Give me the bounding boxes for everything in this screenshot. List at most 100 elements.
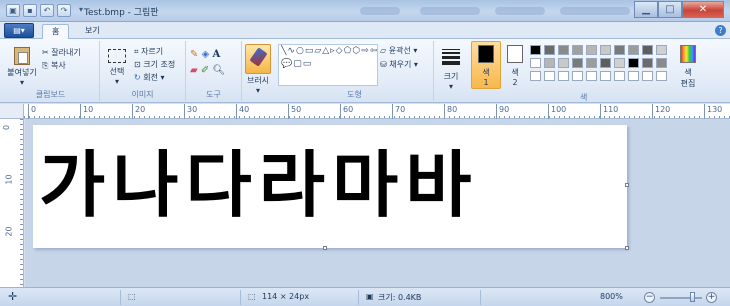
palette-color-swatch[interactable] [628,58,639,68]
ruler-major-tick [80,104,81,119]
resize-handle-right[interactable] [625,183,629,187]
tools-row-2: ▰ ✐ 🔍︎ [190,65,225,76]
ruler-major-tick [184,104,185,119]
select-label: 선택 [109,67,125,76]
color1-swatch [478,45,494,63]
paste-button[interactable]: 붙여넣기 ▾ [6,47,38,87]
palette-color-swatch[interactable] [544,58,555,68]
color2-button[interactable]: 색 2 [503,45,527,87]
ruler-major-tick [548,104,549,119]
disk-icon: ▣ [366,292,374,301]
palette-color-swatch[interactable] [600,71,611,81]
save-icon[interactable]: ▪ [23,4,37,17]
edit-colors-button[interactable]: 색 편집 [676,45,700,89]
ruler-label: 10 [4,174,14,185]
undo-icon[interactable]: ↶ [40,4,54,17]
minimize-button[interactable]: ▁ [634,1,658,18]
palette-color-swatch[interactable] [572,71,583,81]
status-separator [358,290,359,305]
palette-color-swatch[interactable] [656,71,667,81]
edit-colors-icon [680,45,696,63]
app-menu-button[interactable]: ▤▾ [4,23,34,38]
brush-icon [245,44,271,74]
resize-handle-corner[interactable] [625,246,629,250]
palette-color-swatch[interactable] [642,45,653,55]
palette-color-swatch[interactable] [586,45,597,55]
file-size: 크기: 0.4KB [378,293,422,302]
palette-color-swatch[interactable] [572,45,583,55]
ruler-label: 70 [395,105,406,114]
palette-color-swatch[interactable] [572,58,583,68]
palette-color-swatch[interactable] [628,71,639,81]
ruler-major-tick [600,104,601,119]
brushes-button[interactable]: 브러시 ▾ [244,44,272,95]
fill-button[interactable]: ⛁ 채우기 ▾ [380,59,418,70]
magnifier-icon[interactable]: 🔍︎ [212,65,225,76]
palette-color-swatch[interactable] [530,58,541,68]
maximize-button[interactable]: □ [658,1,682,18]
zoom-out-button[interactable]: − [644,292,655,303]
fill-label: 채우기 ▾ [389,60,418,69]
pencil-icon[interactable]: ✎ [190,49,198,60]
copy-label: 복사 [50,61,66,70]
resize-handle-bottom[interactable] [323,246,327,250]
palette-color-swatch[interactable] [628,45,639,55]
blurred-region [560,7,630,15]
palette-color-swatch[interactable] [642,71,653,81]
help-icon[interactable]: ? [715,25,726,36]
blurred-region [420,7,480,15]
zoom-in-button[interactable]: + [706,292,717,303]
text-icon[interactable]: A [212,49,220,60]
palette-color-swatch[interactable] [642,58,653,68]
fill-icon[interactable]: ◈ [202,49,210,60]
outline-button[interactable]: ▱ 윤곽선 ▾ [380,45,417,56]
size-button[interactable]: 크기 ▾ [437,47,465,91]
palette-color-swatch[interactable] [614,58,625,68]
palette-color-swatch[interactable] [530,45,541,55]
zoom-slider-track[interactable] [660,297,702,299]
resize-button[interactable]: ⊡ 크기 조정 [134,59,175,70]
status-bar: ✛ ⬚ ⬚ 114 × 24px ▣ 크기: 0.4KB 800% − + [0,287,730,306]
palette-color-swatch[interactable] [586,71,597,81]
color1-button[interactable]: 색 1 [474,45,498,87]
line-width-icon [437,49,465,65]
resize-icon: ⊡ [134,60,141,69]
image-size-icon: ⬚ [248,292,256,301]
palette-color-swatch[interactable] [544,71,555,81]
redo-icon[interactable]: ↷ [57,4,71,17]
eraser-icon[interactable]: ▰ [190,65,198,76]
palette-color-swatch[interactable] [558,71,569,81]
copy-button[interactable]: ⎘ 복사 [42,60,66,71]
palette-color-swatch[interactable] [656,45,667,55]
palette-color-swatch[interactable] [656,58,667,68]
color2-swatch [507,45,523,63]
select-button[interactable]: 선택 ▾ [104,49,130,86]
rotate-button[interactable]: ↻ 회전 ▾ [134,72,165,83]
ruler-major-tick [340,104,341,119]
ruler-label: 100 [551,105,567,114]
palette-color-swatch[interactable] [586,58,597,68]
paint-app-icon[interactable]: ▣ [6,4,20,17]
shapes-gallery-grid: ╲∿○▭▱△▹◇⬠⬡⇨⇦⇧⇩✧☆✡💬▢▭ [278,44,378,86]
palette-color-swatch[interactable] [530,71,541,81]
color-picker-icon[interactable]: ✐ [201,65,209,76]
palette-color-swatch[interactable] [544,45,555,55]
cut-button[interactable]: ✂ 잘라내기 [42,47,81,58]
tab-view[interactable]: 보기 [76,24,109,40]
ruler-label: 20 [4,226,14,237]
close-button[interactable]: ✕ [682,1,724,18]
zoom-slider-thumb[interactable] [690,292,695,302]
shapes-gallery[interactable]: ╲∿○▭▱△▹◇⬠⬡⇨⇦⇧⇩✧☆✡💬▢▭ [278,44,378,86]
tab-home[interactable]: 홈 [42,24,70,40]
ruler-major-tick [28,104,29,119]
palette-color-swatch[interactable] [558,58,569,68]
palette-color-swatch[interactable] [614,45,625,55]
palette-color-swatch[interactable] [614,71,625,81]
drawing-canvas[interactable]: 가나다라마바 [33,125,627,248]
ruler-major-tick [132,104,133,119]
palette-color-swatch[interactable] [558,45,569,55]
ruler-major-tick [496,104,497,119]
crop-button[interactable]: ⌗ 자르기 [134,46,163,57]
palette-color-swatch[interactable] [600,58,611,68]
palette-color-swatch[interactable] [600,45,611,55]
